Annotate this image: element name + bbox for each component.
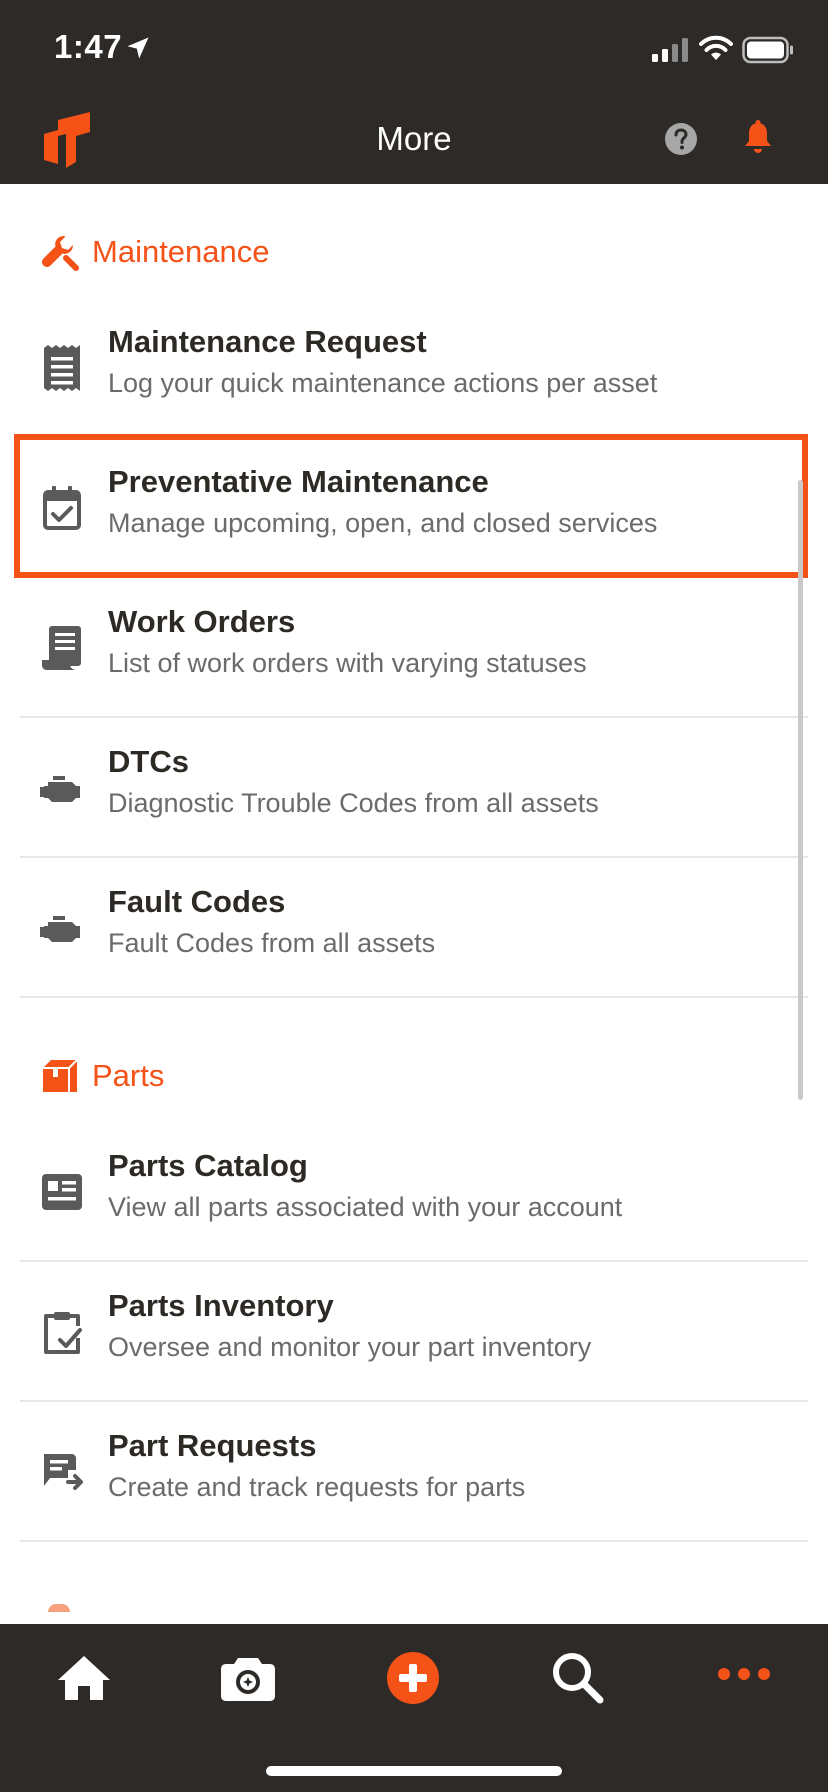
- help-icon[interactable]: [664, 122, 698, 156]
- engine-icon: [40, 916, 80, 942]
- wrench-icon: [42, 236, 79, 271]
- clipboard-check-icon: [44, 1312, 82, 1354]
- item-title: Parts Catalog: [108, 1148, 308, 1183]
- add-icon[interactable]: [383, 1650, 443, 1706]
- scrollbar[interactable]: [798, 480, 803, 1100]
- box-icon: [43, 1059, 78, 1092]
- home-indicator: [266, 1766, 562, 1776]
- menu-item-fault-codes[interactable]: Fault Codes Fault Codes from all assets: [20, 860, 808, 998]
- list-divider: [20, 1540, 808, 1542]
- list-divider: [20, 716, 808, 718]
- cellular-signal-icon: [652, 38, 688, 62]
- receipt-icon: [44, 345, 80, 391]
- item-subtitle: Fault Codes from all assets: [108, 928, 436, 958]
- item-subtitle: Log your quick maintenance actions per a…: [108, 368, 658, 398]
- section-label-parts: Parts: [92, 1058, 165, 1093]
- location-arrow-icon: [127, 37, 149, 59]
- item-title: DTCs: [108, 744, 189, 779]
- more-icon[interactable]: [714, 1650, 774, 1706]
- list-divider: [20, 856, 808, 858]
- request-icon: [44, 1454, 83, 1490]
- menu-item-work-orders[interactable]: Work Orders List of work orders with var…: [20, 580, 808, 718]
- section-header-parts: Parts: [40, 1054, 164, 1098]
- item-title: Parts Inventory: [108, 1288, 334, 1323]
- list-divider: [20, 1400, 808, 1402]
- next-section-icon: [48, 1604, 70, 1612]
- item-title: Fault Codes: [108, 884, 286, 919]
- item-subtitle: View all parts associated with your acco…: [108, 1192, 623, 1222]
- section-label-maintenance: Maintenance: [92, 234, 270, 269]
- camera-icon[interactable]: [218, 1650, 278, 1706]
- item-subtitle: Oversee and monitor your part inventory: [108, 1332, 592, 1362]
- search-icon[interactable]: [548, 1650, 608, 1706]
- item-subtitle: Diagnostic Trouble Codes from all assets: [108, 788, 599, 818]
- more-menu-list: Maintenance Maintenance Request Log your…: [0, 184, 828, 1624]
- tab-bar: [0, 1624, 828, 1792]
- battery-icon: [742, 36, 793, 64]
- item-subtitle: List of work orders with varying statuse…: [108, 648, 587, 678]
- wifi-icon: [699, 35, 733, 60]
- page-title: More: [376, 120, 452, 157]
- top-bar: 1:47 More: [0, 0, 828, 184]
- work-order-icon: [42, 626, 81, 670]
- list-divider: [20, 1260, 808, 1262]
- item-subtitle: Create and track requests for parts: [108, 1472, 526, 1502]
- section-header-maintenance: Maintenance: [40, 230, 270, 274]
- item-title: Part Requests: [108, 1428, 317, 1463]
- menu-item-part-requests[interactable]: Part Requests Create and track requests …: [20, 1404, 808, 1542]
- menu-item-parts-catalog[interactable]: Parts Catalog View all parts associated …: [20, 1124, 808, 1262]
- status-time: 1:47: [54, 28, 123, 65]
- list-divider: [20, 996, 808, 998]
- home-icon[interactable]: [54, 1650, 114, 1706]
- item-title: Maintenance Request: [108, 324, 427, 359]
- menu-item-dtcs[interactable]: DTCs Diagnostic Trouble Codes from all a…: [20, 720, 808, 858]
- notification-bell-icon[interactable]: [742, 120, 774, 156]
- menu-item-maintenance-request[interactable]: Maintenance Request Log your quick maint…: [20, 300, 808, 438]
- menu-item-parts-inventory[interactable]: Parts Inventory Oversee and monitor your…: [20, 1264, 808, 1402]
- item-title: Work Orders: [108, 604, 296, 639]
- catalog-icon: [42, 1174, 82, 1210]
- engine-icon: [40, 776, 80, 802]
- highlight-box: [14, 434, 808, 578]
